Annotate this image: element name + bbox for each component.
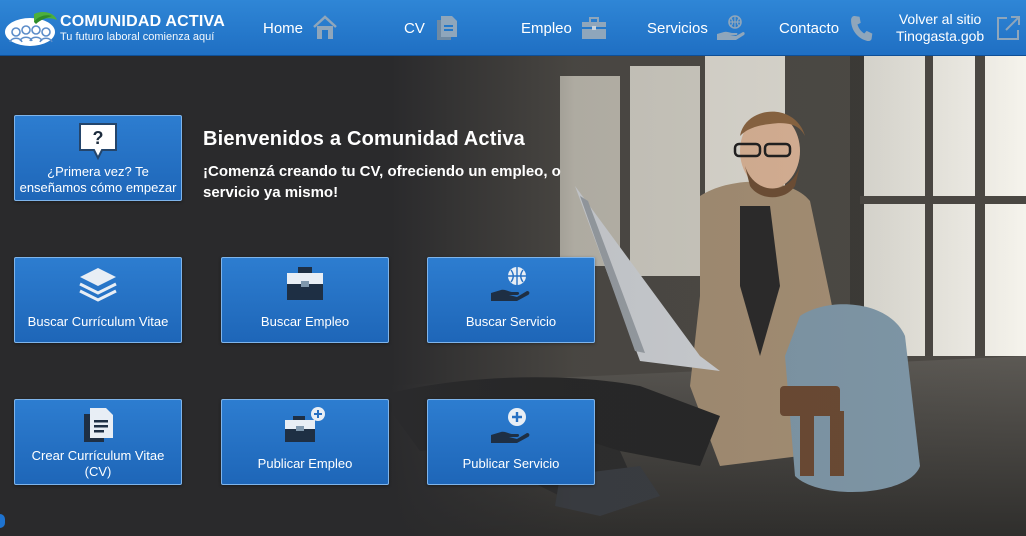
- nav-home-label: Home: [263, 19, 304, 37]
- community-people-logo-icon: [4, 8, 58, 48]
- brand-name: COMUNIDAD ACTIVA: [60, 13, 225, 30]
- nav-servicios[interactable]: Servicios: [647, 0, 745, 56]
- search-job-label: Buscar Empleo: [260, 314, 350, 329]
- brand-tagline: Tu futuro laboral comienza aquí: [60, 31, 215, 43]
- nav-contacto[interactable]: Contacto: [779, 0, 875, 56]
- search-service-button[interactable]: Buscar Servicio: [427, 257, 595, 343]
- nav-back-line1: Volver al sitio: [898, 11, 982, 27]
- nav-back-to-site[interactable]: Volver al sitio Tinogasta.gob: [896, 0, 1022, 56]
- nav-back-line2: Tinogasta.gob: [896, 28, 985, 44]
- svg-text:?: ?: [93, 128, 104, 148]
- external-link-icon: [994, 14, 1022, 42]
- phone-icon: [847, 14, 875, 42]
- publish-job-label: Publicar Empleo: [257, 456, 353, 471]
- nav-home[interactable]: Home: [263, 0, 339, 56]
- publish-job-button[interactable]: Publicar Empleo: [221, 399, 389, 485]
- document-copy-icon: [76, 406, 120, 446]
- top-navbar: COMUNIDAD ACTIVA Tu futuro laboral comie…: [0, 0, 1026, 56]
- search-service-label: Buscar Servicio: [465, 314, 557, 329]
- house-icon: [311, 14, 339, 42]
- help-first-time-button[interactable]: ? ¿Primera vez? Te enseñamos cómo empeza…: [14, 115, 182, 201]
- search-cv-button[interactable]: Buscar Currículum Vitae: [14, 257, 182, 343]
- briefcase-icon: [283, 264, 327, 304]
- nav-cv-label: CV: [404, 19, 425, 37]
- publish-service-button[interactable]: Publicar Servicio: [427, 399, 595, 485]
- create-cv-label: Crear Currículum Vitae (CV): [31, 448, 165, 479]
- hand-plus-icon: [489, 406, 533, 446]
- create-cv-button[interactable]: Crear Currículum Vitae (CV): [14, 399, 182, 485]
- hero-title: Bienvenidos a Comunidad Activa: [203, 128, 525, 150]
- nav-empleo-label: Empleo: [521, 19, 572, 37]
- nav-servicios-label: Servicios: [647, 19, 708, 37]
- briefcase-plus-icon: [283, 406, 327, 446]
- publish-service-label: Publicar Servicio: [462, 456, 560, 471]
- search-job-button[interactable]: Buscar Empleo: [221, 257, 389, 343]
- document-icon: [433, 14, 461, 42]
- brand[interactable]: COMUNIDAD ACTIVA Tu futuro laboral comie…: [4, 6, 225, 50]
- help-first-time-label: ¿Primera vez? Te enseñamos cómo empezar: [19, 164, 177, 195]
- hero-subtitle: ¡Comenzá creando tu CV, ofreciendo un em…: [203, 163, 561, 201]
- briefcase-icon: [580, 14, 608, 42]
- nav-contacto-label: Contacto: [779, 19, 840, 37]
- layers-icon: [76, 264, 120, 304]
- globe-hand-icon: [489, 264, 533, 304]
- nav-cv[interactable]: CV: [404, 0, 461, 56]
- nav-empleo[interactable]: Empleo: [521, 0, 608, 56]
- globe-hand-icon: [716, 14, 745, 42]
- question-bubble-icon: ?: [76, 122, 120, 162]
- search-cv-label: Buscar Currículum Vitae: [27, 314, 169, 329]
